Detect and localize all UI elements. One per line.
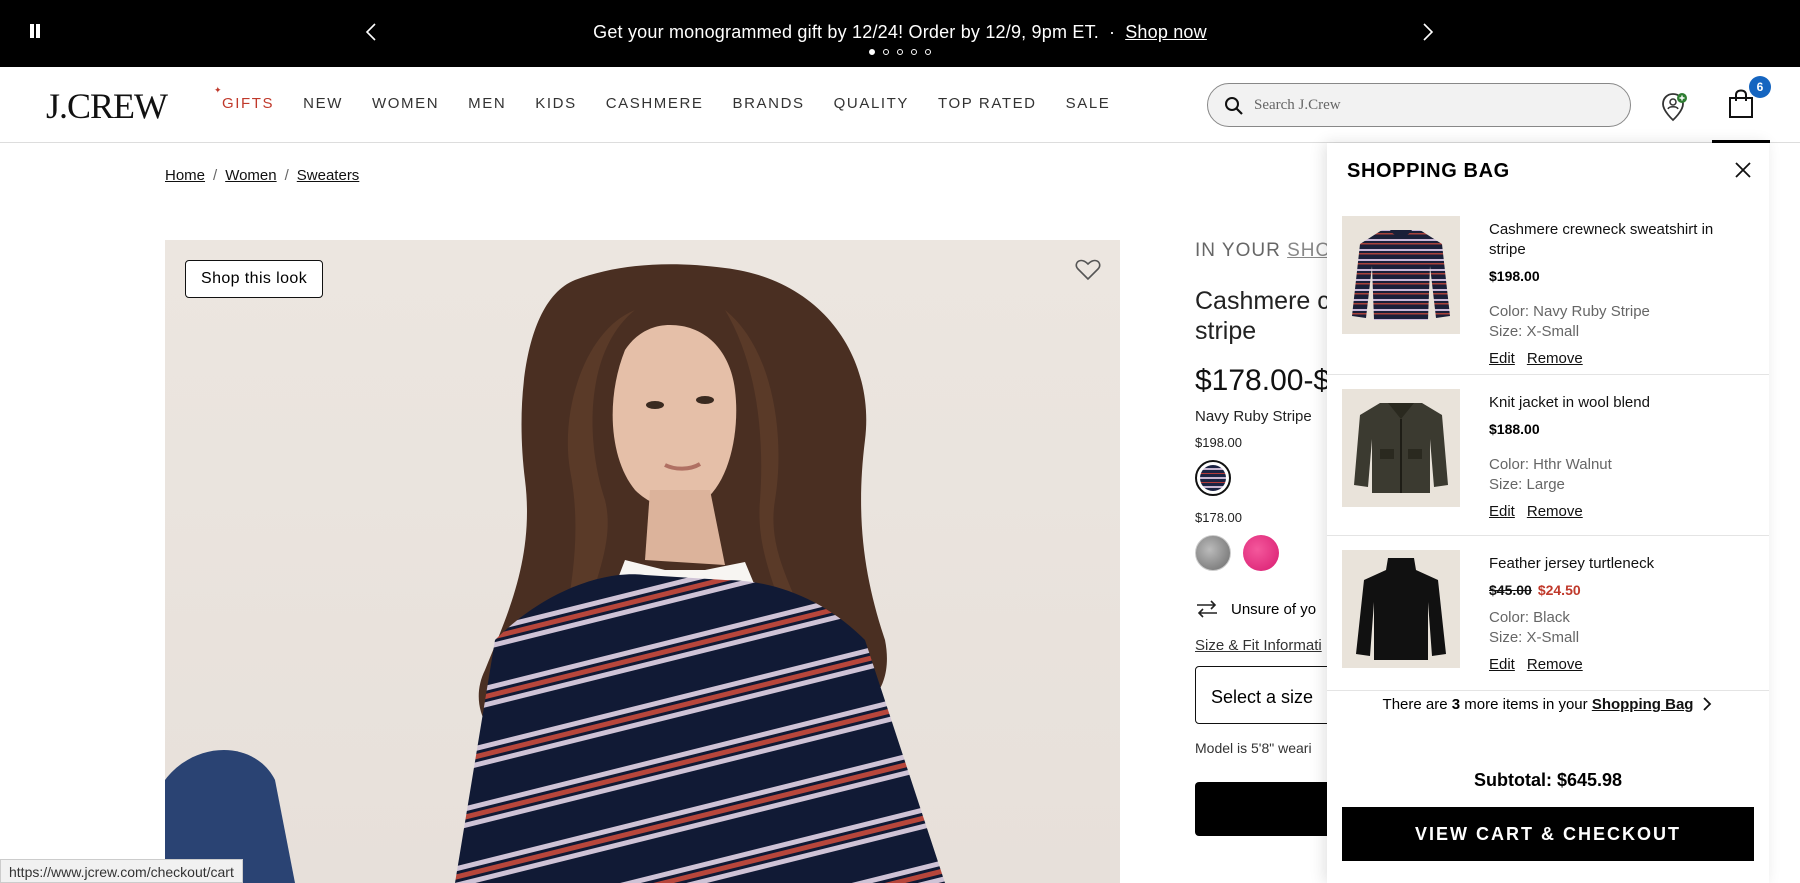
item-name[interactable]: Cashmere crewneck sweatshirt in stripe [1489,220,1749,260]
wishlist-heart-icon[interactable] [1075,258,1101,282]
chevron-right-icon[interactable] [1701,696,1713,712]
promo-shop-now-link[interactable]: Shop now [1125,22,1207,42]
jacket-image [1354,403,1448,493]
item-edit-link[interactable]: Edit [1489,503,1515,520]
item-edit-link[interactable]: Edit [1489,350,1515,367]
item-name[interactable]: Feather jersey turtleneck [1489,554,1749,574]
view-cart-checkout-button[interactable]: VIEW CART & CHECKOUT [1342,807,1754,861]
bag-item: Knit jacket in wool blend $188.00 Color:… [1327,375,1769,536]
promo-bar: Get your monogrammed gift by 12/24! Orde… [0,0,1800,67]
item-info: Cashmere crewneck sweatshirt in stripe $… [1489,220,1749,367]
item-thumbnail[interactable] [1342,389,1460,507]
nav-new[interactable]: NEW [303,95,343,112]
store-location-icon[interactable] [1660,91,1690,123]
item-price: $45.00 $24.50 [1489,582,1749,598]
search-icon [1225,97,1243,115]
item-thumbnail[interactable] [1342,550,1460,668]
model-photo [165,264,945,883]
breadcrumb-separator: / [284,167,289,184]
more-middle: more items in your [1464,696,1588,713]
item-name[interactable]: Knit jacket in wool blend [1489,393,1749,413]
carousel-dot[interactable] [911,49,917,55]
bag-title: SHOPPING BAG [1347,160,1510,182]
shopping-bag-icon [1729,89,1753,118]
shop-this-look-button[interactable]: Shop this look [185,260,324,298]
carousel-dot[interactable] [883,49,889,55]
chevron-right-icon[interactable] [1415,20,1439,44]
item-remove-link[interactable]: Remove [1527,503,1583,520]
in-bag-prefix: IN YOUR [1195,240,1281,261]
more-count: 3 [1451,696,1461,713]
sweater-image [1352,230,1450,320]
promo-carousel-dots [0,49,1800,55]
site-header: J.CREW GIFTS NEW WOMEN MEN KIDS CASHMERE… [0,67,1800,143]
item-sale-price: $24.50 [1537,582,1581,598]
main-nav: GIFTS NEW WOMEN MEN KIDS CASHMERE BRANDS… [214,85,1139,112]
search-input[interactable] [1254,92,1614,118]
browser-status-url: https://www.jcrew.com/checkout/cart [0,859,243,883]
bag-count-badge: 6 [1749,76,1771,98]
carousel-dot[interactable] [869,49,875,55]
item-color: Color: Hthr Walnut [1489,456,1612,473]
promo-message: Get your monogrammed gift by 12/24! Orde… [0,22,1800,43]
more-items-notice: There are 3 more items in your Shopping … [1327,696,1769,713]
breadcrumb-sweaters[interactable]: Sweaters [297,167,360,184]
swatch-navy-ruby-stripe[interactable] [1195,460,1231,496]
item-size: Size: X-Small [1489,629,1580,646]
item-price: $198.00 [1489,268,1540,284]
carousel-dot[interactable] [925,49,931,55]
swatch-pink[interactable] [1243,535,1279,571]
item-thumbnail[interactable] [1342,216,1460,334]
promo-text: Get your monogrammed gift by 12/24! Orde… [593,22,1099,42]
search-box[interactable] [1207,83,1631,127]
item-edit-link[interactable]: Edit [1489,656,1515,673]
product-name-line2: stripe [1195,317,1257,345]
item-color: Color: Navy Ruby Stripe [1489,303,1650,320]
item-remove-link[interactable]: Remove [1527,350,1583,367]
nav-women[interactable]: WOMEN [372,95,439,112]
item-size: Size: Large [1489,476,1565,493]
item-info: Feather jersey turtleneck $45.00 $24.50 C… [1489,554,1749,673]
item-price: $188.00 [1489,421,1540,437]
shopping-bag-link[interactable]: Shopping Bag [1592,696,1694,713]
nav-kids[interactable]: KIDS [535,95,576,112]
item-info: Knit jacket in wool blend $188.00 Color:… [1489,393,1749,520]
item-remove-link[interactable]: Remove [1527,656,1583,673]
bag-subtotal: Subtotal: $645.98 [1473,770,1623,790]
nav-men[interactable]: MEN [468,95,506,112]
more-prefix: There are [1382,696,1448,713]
carousel-dot[interactable] [897,49,903,55]
size-help-text: Unsure of yo [1231,600,1317,618]
turtleneck-image [1356,558,1446,660]
breadcrumb-women[interactable]: Women [225,167,276,184]
close-icon[interactable] [1733,160,1753,180]
swatch-grey[interactable] [1195,535,1231,571]
breadcrumb-separator: / [213,167,218,184]
swap-arrows-icon [1197,600,1217,618]
breadcrumb: Home / Women / Sweaters [165,167,359,184]
jcrew-logo[interactable]: J.CREW [46,85,168,127]
item-size: Size: X-Small [1489,323,1580,340]
bag-item: Cashmere crewneck sweatshirt in stripe $… [1327,198,1769,375]
shopping-bag-flyout: SHOPPING BAG Cashmere crewneck sweatshir… [1327,143,1769,883]
product-image[interactable]: Shop this look [165,240,1120,883]
nav-gifts[interactable]: GIFTS [214,85,274,112]
nav-brands[interactable]: BRANDS [733,95,805,112]
product-name: Cashmere c [1195,287,1330,315]
item-original-price: $45.00 [1489,582,1532,598]
bag-item: Feather jersey turtleneck $45.00 $24.50 C… [1327,536,1769,691]
shopping-bag-button[interactable]: 6 [1712,67,1771,143]
item-color: Color: Black [1489,609,1570,626]
promo-separator: · [1108,22,1116,42]
breadcrumb-home[interactable]: Home [165,167,205,184]
nav-cashmere[interactable]: CASHMERE [606,95,704,112]
nav-sale[interactable]: SALE [1066,95,1111,112]
nav-quality[interactable]: QUALITY [834,95,909,112]
nav-top-rated[interactable]: TOP RATED [938,95,1037,112]
